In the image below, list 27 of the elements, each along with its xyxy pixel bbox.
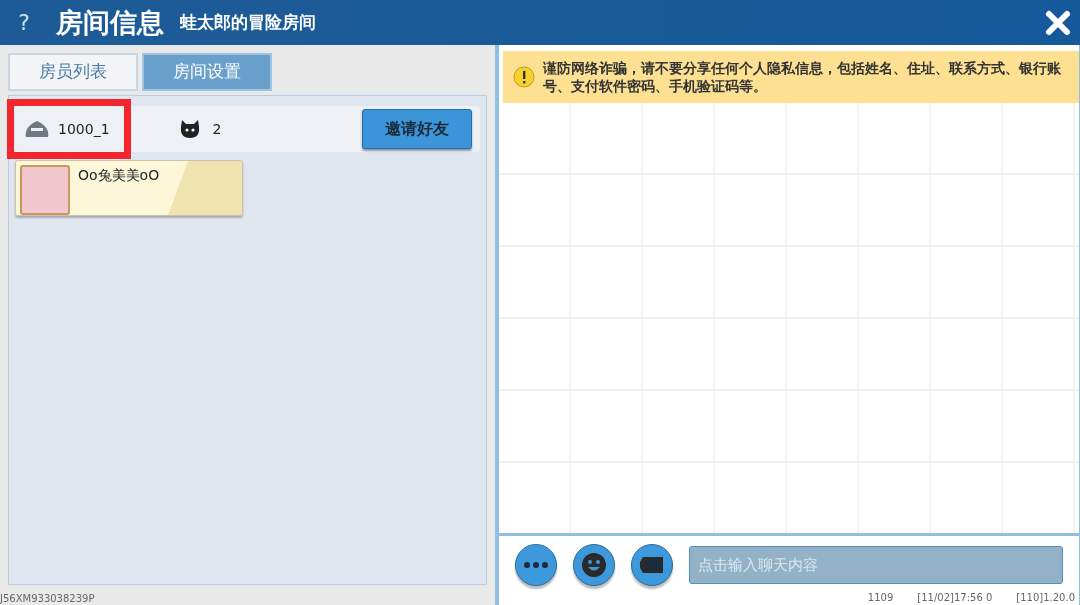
close-button[interactable] — [1044, 8, 1072, 37]
window-title: 房间信息 — [56, 9, 164, 36]
help-button[interactable]: ? — [0, 6, 48, 39]
smiley-icon — [581, 552, 607, 578]
avatar-placeholder — [20, 165, 70, 215]
more-icon — [523, 561, 549, 569]
room-number: 1000_1 — [58, 119, 110, 139]
card-icon — [639, 555, 665, 575]
member-name: Oo兔美美oO — [78, 166, 160, 185]
device-id: J56XM933038239P — [0, 593, 95, 605]
notice-text: 谨防网络诈骗，请不要分享任何个人隐私信息，包括姓名、住址、联系方式、银行账号、支付软件密码、手机验证码等。 — [543, 59, 1062, 96]
version-info: 1109 — [867, 592, 894, 604]
tab[interactable]: 房间设置 — [142, 53, 272, 91]
room-name: 蛙太郎的冒险房间 — [180, 10, 316, 34]
tab[interactable]: 房员列表 — [8, 53, 138, 91]
player-icon — [178, 119, 201, 139]
invite-friends-button[interactable]: 邀请好友 — [362, 109, 472, 149]
chat-tool-button[interactable] — [515, 544, 557, 586]
version-info: [11/02]17:56 0 — [917, 592, 993, 604]
chat-tool-button[interactable] — [573, 544, 615, 586]
player-count: 2 — [212, 119, 222, 139]
chat-input[interactable]: 点击输入聊天内容 — [689, 546, 1063, 584]
chat-tool-button[interactable] — [631, 544, 673, 586]
warning-icon — [513, 66, 535, 89]
room-icon — [24, 119, 50, 139]
member-card[interactable]: Oo兔美美oO — [15, 160, 243, 216]
version-info: [110]1.20.0 — [1016, 592, 1075, 604]
